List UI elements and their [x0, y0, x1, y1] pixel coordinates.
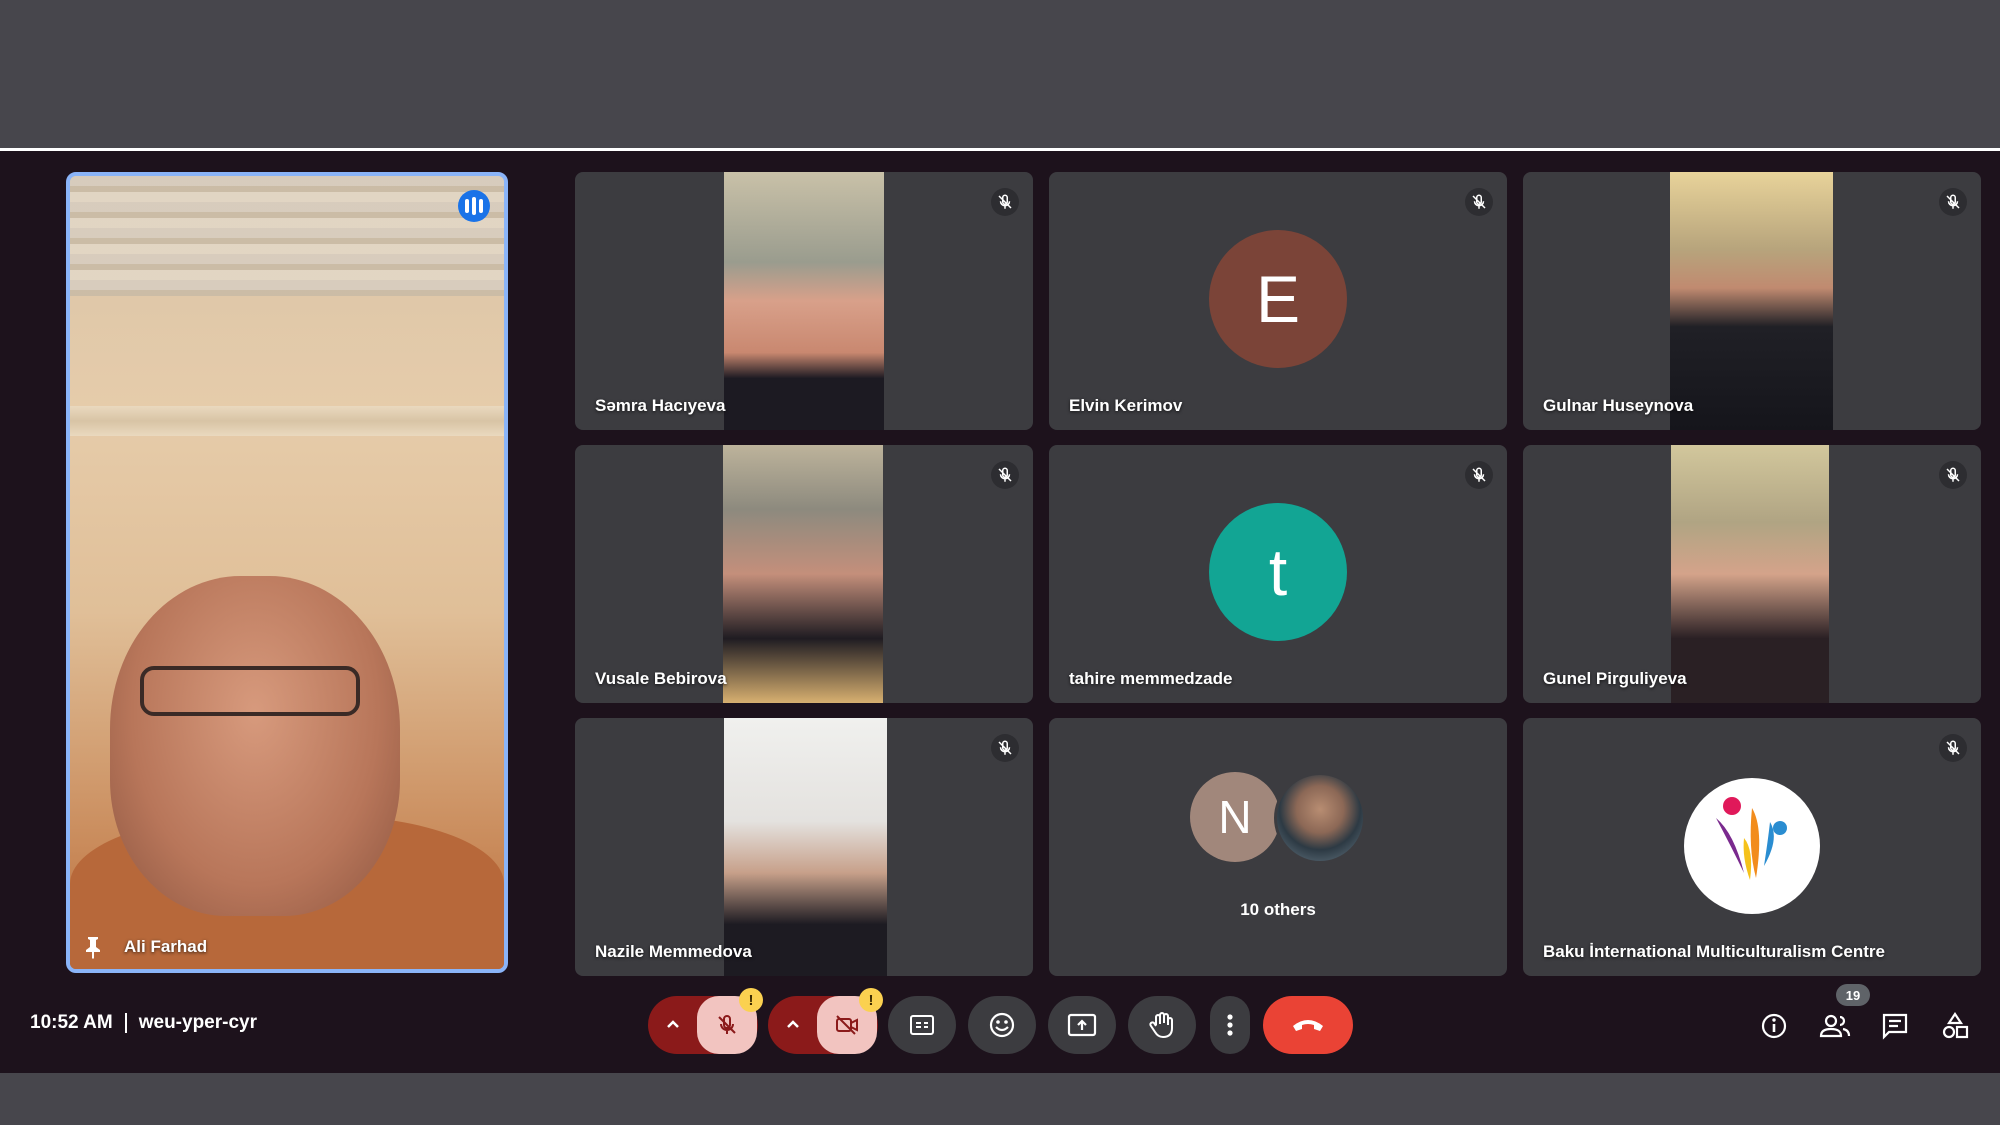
participant-name: tahire memmedzade: [1069, 669, 1233, 688]
pin-icon[interactable]: [82, 935, 104, 959]
avatar: E: [1209, 230, 1347, 368]
mic-control: !: [648, 988, 763, 1054]
participant-name: Vusale Bebirova: [595, 669, 727, 688]
hand-icon: [1149, 1012, 1173, 1039]
speaking-indicator-icon: [458, 190, 490, 222]
meeting-code[interactable]: weu-yper-cyr: [139, 1012, 257, 1034]
participant-tile[interactable]: Gulnar Huseynova: [1523, 172, 1981, 430]
others-avatars: N: [1190, 772, 1366, 864]
avatar-photo: [1274, 772, 1366, 864]
organization-logo: [1684, 778, 1820, 914]
participant-name: Səmra Hacıyeva: [595, 396, 726, 415]
participant-name: Elvin Kerimov: [1069, 396, 1183, 415]
chat-button[interactable]: [1875, 1006, 1915, 1046]
participant-tile[interactable]: Vusale Bebirova: [575, 445, 1033, 703]
participant-name: Baku İnternational Multiculturalism Cent…: [1543, 942, 1885, 961]
camera-control: !: [768, 988, 883, 1054]
mic-options-chevron-icon[interactable]: [649, 996, 697, 1054]
mic-off-icon: [991, 461, 1019, 489]
people-button[interactable]: [1815, 1006, 1855, 1046]
top-band: [0, 0, 2000, 148]
reactions-button[interactable]: [968, 996, 1036, 1054]
mic-off-icon: [1939, 734, 1967, 762]
participant-tile[interactable]: Nazile Memmedova: [575, 718, 1033, 976]
participant-name: Nazile Memmedova: [595, 942, 752, 961]
participant-tile[interactable]: Gunel Pirguliyeva: [1523, 445, 1981, 703]
mic-off-icon: [991, 188, 1019, 216]
avatar: N: [1190, 772, 1280, 862]
participant-video-head: [110, 576, 400, 916]
captions-icon: [910, 1015, 934, 1035]
mic-off-icon: [1939, 461, 1967, 489]
participant-name: Gulnar Huseynova: [1543, 396, 1694, 415]
pinned-participant-name: Ali Farhad: [124, 937, 208, 956]
present-screen-button[interactable]: [1048, 996, 1116, 1054]
info-separator: [124, 1013, 127, 1033]
participant-video: [723, 445, 883, 703]
participant-glasses: [140, 666, 360, 716]
activities-button[interactable]: [1935, 1006, 1975, 1046]
mic-warning-icon: !: [739, 988, 763, 1012]
meeting-details-button[interactable]: [1754, 1006, 1794, 1046]
participant-tile[interactable]: Səmra Hacıyeva: [575, 172, 1033, 430]
participant-video: [1671, 445, 1829, 703]
shapes-icon: [1942, 1012, 1969, 1039]
participant-tile[interactable]: Baku İnternational Multiculturalism Cent…: [1523, 718, 1981, 976]
participant-tile[interactable]: E Elvin Kerimov: [1049, 172, 1507, 430]
phone-hangup-icon: [1293, 1020, 1323, 1031]
camera-toggle-button[interactable]: !: [817, 988, 883, 1054]
ceiling-molding: [70, 176, 504, 296]
more-vert-icon: [1227, 1014, 1233, 1036]
mic-toggle-button[interactable]: !: [697, 988, 763, 1054]
meeting-info: 10:52 AM weu-yper-cyr: [30, 1012, 257, 1034]
participant-video: [1670, 172, 1833, 430]
participant-video: [724, 172, 884, 430]
participant-tile[interactable]: t tahire memmedzade: [1049, 445, 1507, 703]
meeting-time: 10:52 AM: [30, 1012, 113, 1033]
people-icon: [1819, 1014, 1851, 1038]
mic-off-icon: [1939, 188, 1967, 216]
captions-button[interactable]: [888, 996, 956, 1054]
mic-off-icon: [1465, 461, 1493, 489]
mic-off-icon: [1465, 188, 1493, 216]
info-icon: [1761, 1013, 1787, 1039]
pinned-participant-tile[interactable]: Ali Farhad: [66, 172, 508, 973]
emoji-icon: [989, 1012, 1015, 1038]
others-count-label: 10 others: [1240, 900, 1316, 919]
chat-icon: [1882, 1013, 1908, 1040]
present-icon: [1067, 1013, 1097, 1037]
bottom-band: [0, 1073, 2000, 1125]
wall-molding: [70, 406, 504, 436]
leave-call-button[interactable]: [1263, 996, 1353, 1054]
participant-count-badge: 19: [1836, 984, 1870, 1006]
camera-options-chevron-icon[interactable]: [769, 996, 817, 1054]
camera-warning-icon: !: [859, 988, 883, 1012]
others-tile[interactable]: N 10 others: [1049, 718, 1507, 976]
participant-name: Gunel Pirguliyeva: [1543, 669, 1687, 688]
participant-video: [724, 718, 887, 976]
avatar: t: [1209, 503, 1347, 641]
mic-off-icon: [991, 734, 1019, 762]
more-options-button[interactable]: [1210, 996, 1250, 1054]
raise-hand-button[interactable]: [1128, 996, 1196, 1054]
